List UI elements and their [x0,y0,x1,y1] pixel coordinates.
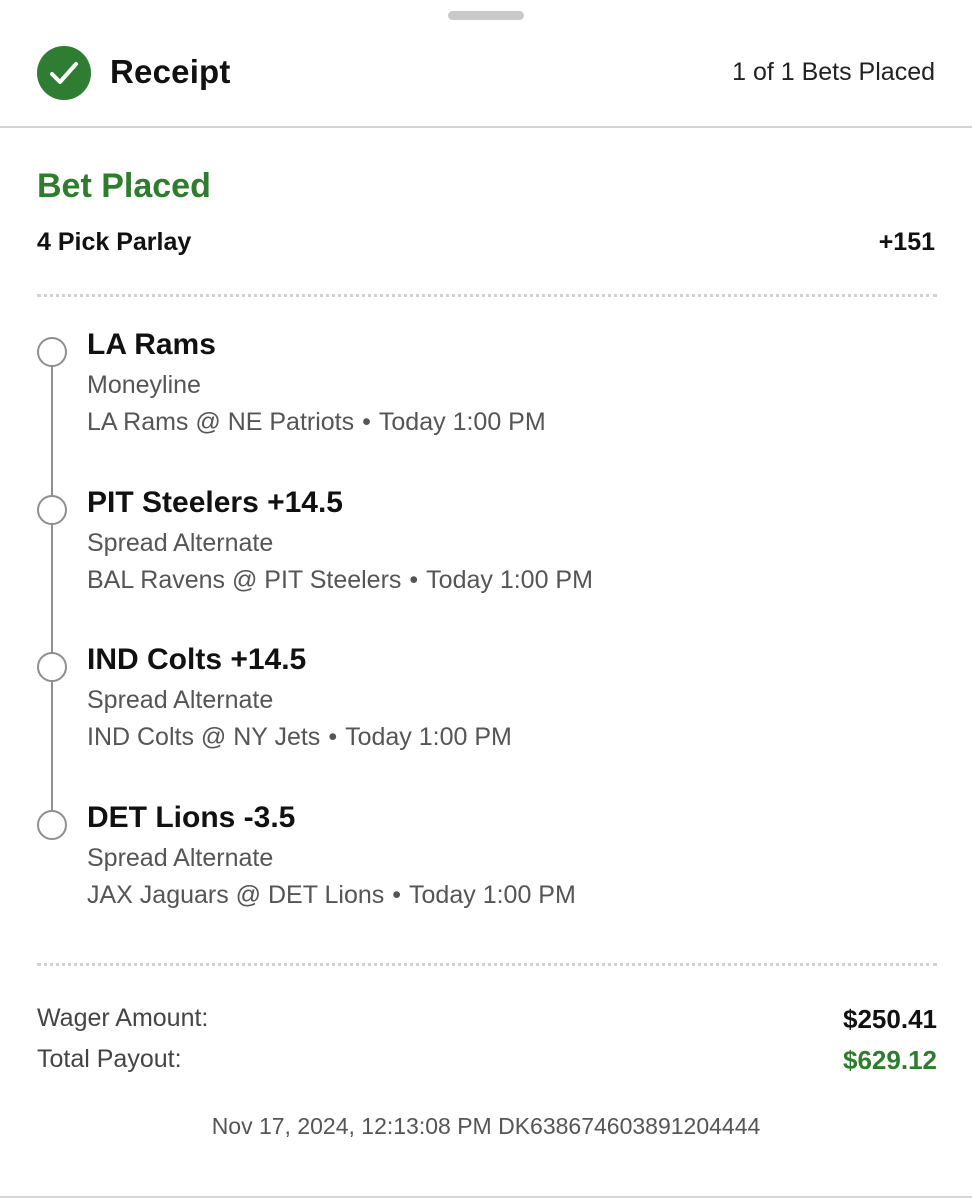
leg-time: Today 1:00 PM [409,881,576,909]
separator-dot: • [362,408,371,436]
leg-pick: LA Rams [87,328,216,361]
bet-odds: +151 [878,228,935,256]
leg-matchup: BAL Ravens @ PIT Steelers [87,566,402,594]
bet-timestamp-id: Nov 17, 2024, 12:13:08 PM DK638674603891… [211,1113,761,1139]
leg-matchup: LA Rams @ NE Patriots [87,408,355,436]
leg-market: Spread Alternate [87,686,274,714]
separator-dot: • [392,881,402,909]
page-title: Receipt [110,53,231,90]
separator-dot: • [328,723,338,751]
bottom-divider [0,1196,972,1198]
receipt-header: Receipt 1 of 1 Bets Placed [0,44,972,102]
parlay-leg: DET Lions -3.5 Spread Alternate JAX Jagu… [0,801,972,930]
leg-dot-icon [37,337,67,367]
bottom-dotted-divider [37,963,937,966]
leg-game-info: LA Rams @ NE Patriots • Today 1:00 PM [87,408,546,437]
parlay-leg: PIT Steelers +14.5 Spread Alternate BAL … [0,486,972,615]
leg-game-info: BAL Ravens @ PIT Steelers • Today 1:00 PM [87,566,593,595]
bets-placed-count: 1 of 1 Bets Placed [732,58,935,86]
drag-handle[interactable] [448,11,524,20]
leg-dot-icon [37,652,67,682]
bet-type: 4 Pick Parlay [37,228,192,256]
leg-pick: IND Colts +14.5 [87,643,307,676]
leg-market: Spread Alternate [87,844,274,872]
leg-matchup: IND Colts @ NY Jets [87,723,321,751]
leg-dot-icon [37,810,67,840]
leg-time: Today 1:00 PM [345,723,512,751]
payout-row: Total Payout: $629.12 [37,1045,937,1077]
bet-status: Bet Placed [37,167,211,205]
leg-game-info: JAX Jaguars @ DET Lions • Today 1:00 PM [87,881,576,910]
leg-time: Today 1:00 PM [378,408,546,436]
receipt-sheet: Receipt 1 of 1 Bets Placed Bet Placed 4 … [0,0,972,1200]
separator-dot: • [409,566,419,594]
parlay-leg: IND Colts +14.5 Spread Alternate IND Col… [0,643,972,772]
leg-market: Moneyline [87,371,201,399]
leg-market: Spread Alternate [87,529,274,557]
wager-amount: $250.41 [843,1004,937,1034]
header-divider [0,126,972,128]
leg-dot-icon [37,495,67,525]
top-dotted-divider [37,294,937,297]
check-circle-icon [37,46,91,100]
leg-matchup: JAX Jaguars @ DET Lions [87,881,385,909]
leg-time: Today 1:00 PM [426,566,593,594]
payout-label: Total Payout: [37,1045,182,1073]
payout-amount: $629.12 [843,1045,937,1075]
leg-pick: DET Lions -3.5 [87,801,296,834]
leg-game-info: IND Colts @ NY Jets • Today 1:00 PM [87,723,512,752]
parlay-leg: LA Rams Moneyline LA Rams @ NE Patriots •… [0,328,972,457]
wager-row: Wager Amount: $250.41 [37,1004,937,1036]
wager-label: Wager Amount: [37,1004,209,1032]
leg-pick: PIT Steelers +14.5 [87,486,343,519]
